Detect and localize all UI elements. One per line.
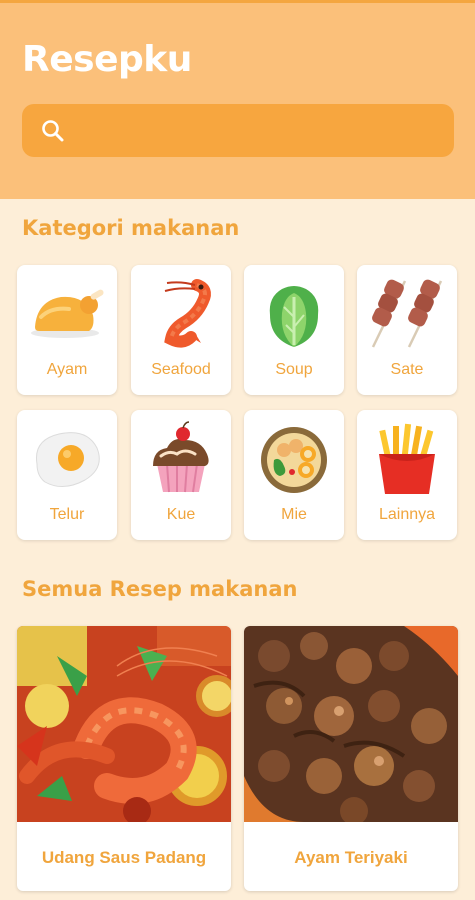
skewer-icon (371, 279, 443, 348)
category-label: Telur (49, 506, 85, 523)
category-label: Soup (275, 361, 313, 378)
category-card-ayam[interactable]: Ayam (17, 265, 117, 395)
recipes-section-title: Semua Resep makanan (22, 577, 298, 601)
category-label: Ayam (46, 361, 88, 378)
recipe-card-udang-saus-padang[interactable]: Udang Saus Padang (17, 626, 231, 891)
noodle-bowl-icon (261, 427, 327, 493)
chicken-teriyaki-photo (244, 626, 458, 822)
shrimp-icon (164, 279, 211, 348)
category-label: Sate (390, 361, 424, 378)
category-label: Lainnya (378, 506, 436, 523)
category-card-telur[interactable]: Telur (17, 410, 117, 540)
app-title: Resepku (22, 39, 192, 80)
category-label: Seafood (151, 361, 211, 378)
category-card-sate[interactable]: Sate (357, 265, 457, 395)
category-label: Mie (281, 506, 307, 523)
fried-egg-icon (35, 432, 100, 487)
category-card-kue[interactable]: Kue (131, 410, 231, 540)
category-card-mie[interactable]: Mie (244, 410, 344, 540)
french-fries-icon (379, 423, 435, 494)
category-label: Kue (166, 506, 196, 523)
search-icon (42, 120, 64, 142)
recipe-name: Udang Saus Padang (41, 848, 207, 867)
shrimp-dish-photo (17, 626, 231, 822)
category-card-seafood[interactable]: Seafood (131, 265, 231, 395)
lettuce-icon (269, 286, 319, 347)
search-input[interactable] (22, 104, 454, 157)
app-header: Resepku (0, 3, 475, 199)
category-card-lainnya[interactable]: Lainnya (357, 410, 457, 540)
category-section-title: Kategori makanan (22, 216, 240, 240)
cupcake-icon (153, 421, 209, 493)
category-card-soup[interactable]: Soup (244, 265, 344, 395)
recipe-name: Ayam Teriyaki (294, 848, 408, 867)
roast-chicken-icon (31, 289, 104, 338)
recipe-card-ayam-teriyaki[interactable]: Ayam Teriyaki (244, 626, 458, 891)
